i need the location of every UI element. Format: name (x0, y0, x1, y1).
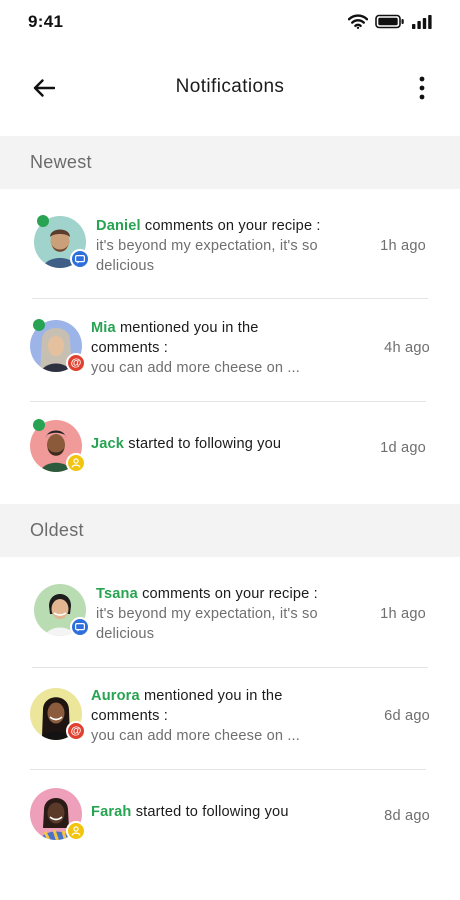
notification-time: 1h ago (380, 606, 426, 622)
more-options-button[interactable] (412, 72, 432, 104)
notification-time: 8d ago (384, 808, 430, 824)
divider (30, 769, 426, 770)
section-header-oldest: Oldest (0, 504, 460, 557)
notification-action: comments on your recipe : (144, 218, 321, 234)
section-header-newest: Newest (0, 136, 460, 189)
follow-badge (66, 821, 86, 841)
notification-item[interactable]: Daniel comments on your recipe : it's be… (0, 206, 460, 298)
notification-action-cont: comments : (91, 340, 168, 356)
user-name[interactable]: Daniel (96, 218, 141, 234)
notification-action: mentioned you in the (120, 320, 259, 336)
notification-action: started to following you (128, 436, 282, 452)
notification-item[interactable]: Farah started to following you 8d ago (0, 778, 460, 848)
battery-icon (375, 14, 404, 29)
app-bar: Notifications (0, 64, 460, 112)
notification-text: Daniel comments on your recipe : it's be… (96, 216, 366, 276)
notification-text: Jack started to following you (91, 434, 361, 454)
status-icons (348, 14, 432, 29)
notification-preview: delicious (96, 626, 155, 642)
notification-action: started to following you (135, 804, 289, 820)
at-sign-icon: @ (70, 356, 82, 369)
notification-preview: you can add more cheese on ... (91, 728, 300, 744)
notification-action-cont: comments : (91, 708, 168, 724)
user-name[interactable]: Tsana (96, 586, 138, 602)
notification-text: Tsana comments on your recipe : it's bey… (96, 584, 366, 644)
notification-text: Farah started to following you (91, 802, 361, 822)
avatar-wrap (30, 419, 86, 473)
notification-time: 1h ago (380, 238, 426, 254)
divider (32, 298, 428, 299)
notification-text: Aurora mentioned you in the comments : y… (91, 686, 361, 746)
more-vertical-icon (419, 76, 425, 100)
user-name[interactable]: Mia (91, 320, 116, 336)
notification-time: 6d ago (384, 708, 430, 724)
status-bar: 9:41 (0, 0, 460, 44)
user-icon (71, 826, 81, 836)
notification-item[interactable]: Tsana comments on your recipe : it's bey… (0, 574, 460, 666)
page-title: Notifications (175, 76, 285, 97)
chat-bubble-icon (75, 254, 85, 264)
avatar-wrap: @ (30, 319, 86, 373)
user-name[interactable]: Jack (91, 436, 124, 452)
notification-action: comments on your recipe : (142, 586, 318, 602)
mention-badge: @ (66, 353, 86, 373)
avatar-wrap (34, 215, 90, 269)
notification-item[interactable]: Jack started to following you 1d ago (0, 410, 460, 480)
notification-time: 4h ago (384, 340, 430, 356)
notification-preview: delicious (96, 258, 155, 274)
notification-text: Mia mentioned you in the comments : you … (91, 318, 361, 378)
notification-time: 1d ago (380, 440, 426, 456)
avatar-wrap: @ (30, 688, 86, 741)
avatar-wrap (34, 584, 90, 637)
follow-badge (66, 453, 86, 473)
notification-item[interactable]: @ Aurora mentioned you in the comments :… (0, 678, 460, 768)
status-time: 9:41 (28, 12, 64, 31)
notification-preview: it's beyond my expectation, it's so (96, 238, 318, 254)
avatar-wrap (30, 788, 86, 841)
signal-icon (412, 14, 432, 29)
notification-preview: it's beyond my expectation, it's so (96, 606, 318, 622)
mention-badge: @ (66, 721, 86, 741)
user-name[interactable]: Aurora (91, 688, 140, 704)
section-title: Newest (30, 152, 92, 172)
divider (32, 667, 428, 668)
chat-bubble-icon (75, 622, 85, 632)
notification-item[interactable]: @ Mia mentioned you in the comments : yo… (0, 310, 460, 400)
wifi-icon (348, 14, 368, 29)
online-indicator (37, 215, 49, 227)
notification-action: mentioned you in the (143, 688, 283, 704)
online-indicator (33, 419, 45, 431)
notification-preview: you can add more cheese on ... (91, 360, 300, 376)
comment-badge (70, 617, 90, 637)
section-title: Oldest (30, 520, 84, 540)
divider (30, 401, 426, 402)
online-indicator (33, 319, 45, 331)
user-icon (71, 458, 81, 468)
at-sign-icon: @ (70, 724, 82, 737)
user-name[interactable]: Farah (91, 804, 132, 820)
comment-badge (70, 249, 90, 269)
